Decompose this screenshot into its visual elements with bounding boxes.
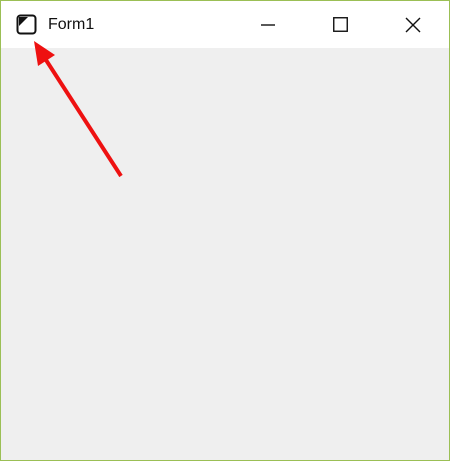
maximize-icon [332, 17, 348, 32]
form-window: Form1 [0, 0, 450, 461]
window-title: Form1 [48, 16, 95, 33]
minimize-button[interactable] [245, 1, 291, 48]
close-icon [405, 17, 421, 33]
minimize-icon [261, 18, 275, 32]
maximize-button[interactable] [317, 1, 363, 48]
title-bar[interactable]: Form1 [1, 1, 449, 48]
close-button[interactable] [390, 1, 436, 48]
form-client-area[interactable] [1, 48, 449, 460]
form-window-icon[interactable] [16, 14, 37, 35]
